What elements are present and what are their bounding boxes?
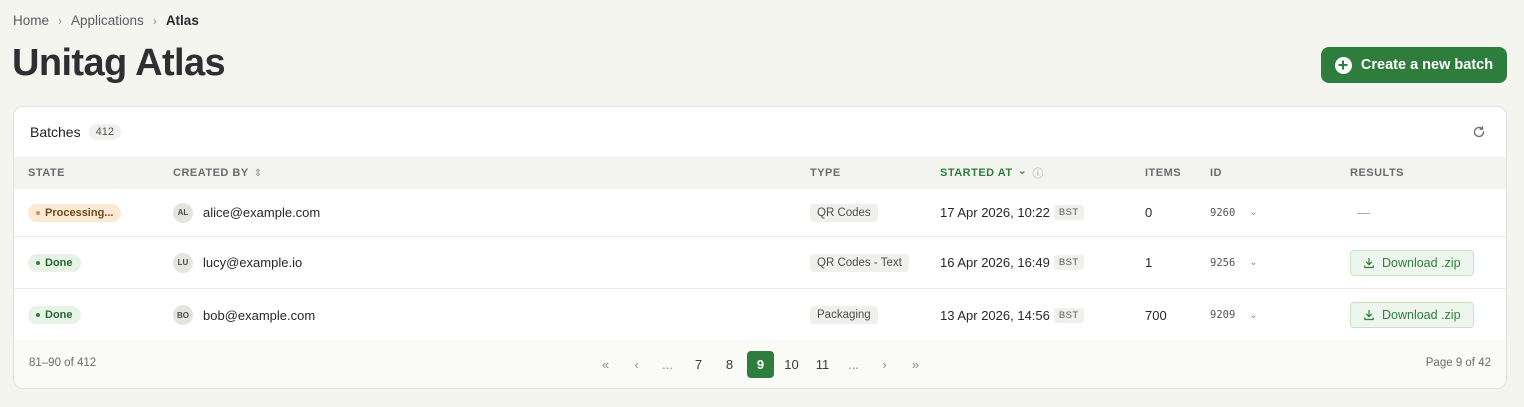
column-id: ID	[1210, 167, 1222, 179]
chevron-down-icon[interactable]: ⌄	[1249, 257, 1257, 268]
chevron-right-icon: ›	[152, 13, 157, 28]
column-created-by[interactable]: CREATED BY ⇕	[173, 157, 263, 189]
status-badge: Done	[28, 306, 81, 324]
prev-page-button[interactable]: ‹	[623, 351, 650, 378]
refresh-icon[interactable]	[1472, 125, 1486, 139]
page-button[interactable]: 10	[778, 351, 805, 378]
create-batch-label: Create a new batch	[1360, 57, 1494, 73]
table-row[interactable]: Done BO bob@example.com Packaging 13 Apr …	[14, 289, 1506, 341]
page-info: Page 9 of 42	[1425, 357, 1491, 369]
pagination-ellipsis: ...	[662, 357, 673, 372]
avatar: BO	[173, 305, 193, 325]
status-badge: Done	[28, 253, 81, 272]
timezone-tag: BST	[1053, 307, 1084, 323]
items-count: 0	[1145, 205, 1153, 220]
items-count: 700	[1145, 307, 1167, 323]
result-range: 81–90 of 412	[29, 357, 97, 369]
timezone-tag: BST	[1053, 255, 1084, 270]
first-page-button[interactable]: «	[592, 351, 619, 378]
table-footer: 81–90 of 412 « ‹ ... 7 8 9 10 11 ... › »…	[14, 340, 1506, 388]
pagination: « ‹ ... 7 8 9 10 11 ... › »	[592, 351, 929, 378]
page-button[interactable]: 11	[809, 351, 836, 378]
download-icon	[1364, 309, 1374, 321]
table-row[interactable]: Processing... AL alice@example.com QR Cod…	[14, 189, 1506, 237]
timezone-tag: BST	[1053, 205, 1084, 220]
breadcrumb: Home › Applications › Atlas	[13, 13, 199, 28]
sort-icon: ⇕	[253, 167, 263, 179]
plus-circle-icon	[1334, 56, 1352, 74]
started-at: 17 Apr 2026, 10:22	[940, 205, 1050, 220]
last-page-button[interactable]: »	[902, 351, 929, 378]
started-at: 13 Apr 2026, 14:56	[940, 307, 1050, 323]
page-button[interactable]: 8	[716, 351, 743, 378]
breadcrumb-home[interactable]: Home	[13, 13, 49, 28]
page-title: Unitag Atlas	[12, 42, 226, 84]
column-results: RESULTS	[1350, 167, 1405, 179]
download-zip-button[interactable]: Download .zip	[1350, 249, 1474, 276]
breadcrumb-current: Atlas	[165, 13, 199, 28]
batch-id: 9209	[1210, 309, 1236, 321]
chevron-down-icon[interactable]: ⌄	[1249, 310, 1257, 321]
type-tag: QR Codes	[810, 203, 878, 222]
items-count: 1	[1145, 255, 1153, 270]
chevron-down-icon: ⌄	[1017, 165, 1028, 177]
batch-id: 9260	[1210, 206, 1236, 219]
status-badge: Processing...	[28, 203, 122, 222]
next-page-button[interactable]: ›	[871, 351, 898, 378]
user-email: lucy@example.io	[203, 255, 303, 270]
page-button-current[interactable]: 9	[747, 351, 774, 378]
download-icon	[1364, 257, 1374, 268]
column-started-at[interactable]: STARTED AT ⌄ ⓘ	[940, 157, 1044, 189]
batches-card: Batches 412 STATE CREATED BY ⇕ TYPE STAR…	[13, 106, 1507, 389]
avatar: LU	[173, 252, 193, 273]
column-type: TYPE	[810, 167, 841, 179]
batch-id: 9256	[1210, 256, 1236, 269]
chevron-right-icon: ›	[58, 13, 63, 28]
type-tag: QR Codes - Text	[810, 253, 909, 272]
info-icon[interactable]: ⓘ	[1032, 165, 1044, 181]
avatar: AL	[173, 202, 193, 223]
count-badge: 412	[88, 124, 121, 140]
chevron-down-icon[interactable]: ⌄	[1249, 207, 1257, 218]
started-at: 16 Apr 2026, 16:49	[940, 255, 1050, 270]
user-email: alice@example.com	[203, 205, 321, 220]
table-header: STATE CREATED BY ⇕ TYPE STARTED AT ⌄ ⓘ I…	[14, 157, 1506, 189]
pagination-ellipsis: ...	[848, 357, 859, 372]
breadcrumb-applications[interactable]: Applications	[71, 13, 144, 28]
table-row[interactable]: Done LU lucy@example.io QR Codes - Text 1…	[14, 237, 1506, 289]
column-state: STATE	[28, 167, 65, 179]
download-zip-button[interactable]: Download .zip	[1350, 302, 1474, 328]
table-title: Batches	[30, 124, 81, 140]
create-batch-button[interactable]: Create a new batch	[1321, 47, 1507, 83]
type-tag: Packaging	[810, 306, 878, 324]
empty-result: —	[1357, 205, 1370, 220]
page-button[interactable]: 7	[685, 351, 712, 378]
user-email: bob@example.com	[203, 307, 316, 323]
card-header: Batches 412	[14, 107, 1506, 157]
column-items: ITEMS	[1145, 167, 1182, 179]
